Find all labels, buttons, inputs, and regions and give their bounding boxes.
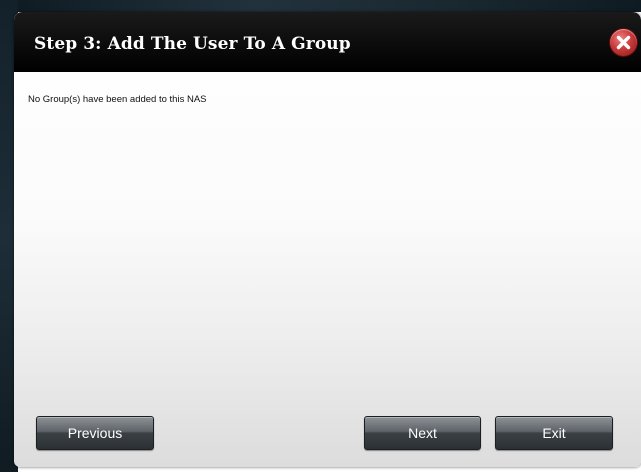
no-groups-message: No Group(s) have been added to this NAS (28, 94, 207, 105)
titlebar-divider (14, 72, 641, 73)
dialog-title: Step 3: Add The User To A Group (34, 34, 351, 54)
next-button[interactable]: Next (364, 416, 481, 450)
wizard-dialog: Step 3: Add The User To A Group No Group… (14, 12, 641, 467)
exit-button[interactable]: Exit (495, 416, 613, 450)
previous-button[interactable]: Previous (36, 416, 154, 450)
screen: Step 3: Add The User To A Group No Group… (0, 0, 641, 472)
close-button[interactable] (610, 29, 637, 56)
dialog-titlebar: Step 3: Add The User To A Group (14, 12, 641, 72)
background-window (0, 0, 641, 12)
close-icon (616, 35, 631, 50)
